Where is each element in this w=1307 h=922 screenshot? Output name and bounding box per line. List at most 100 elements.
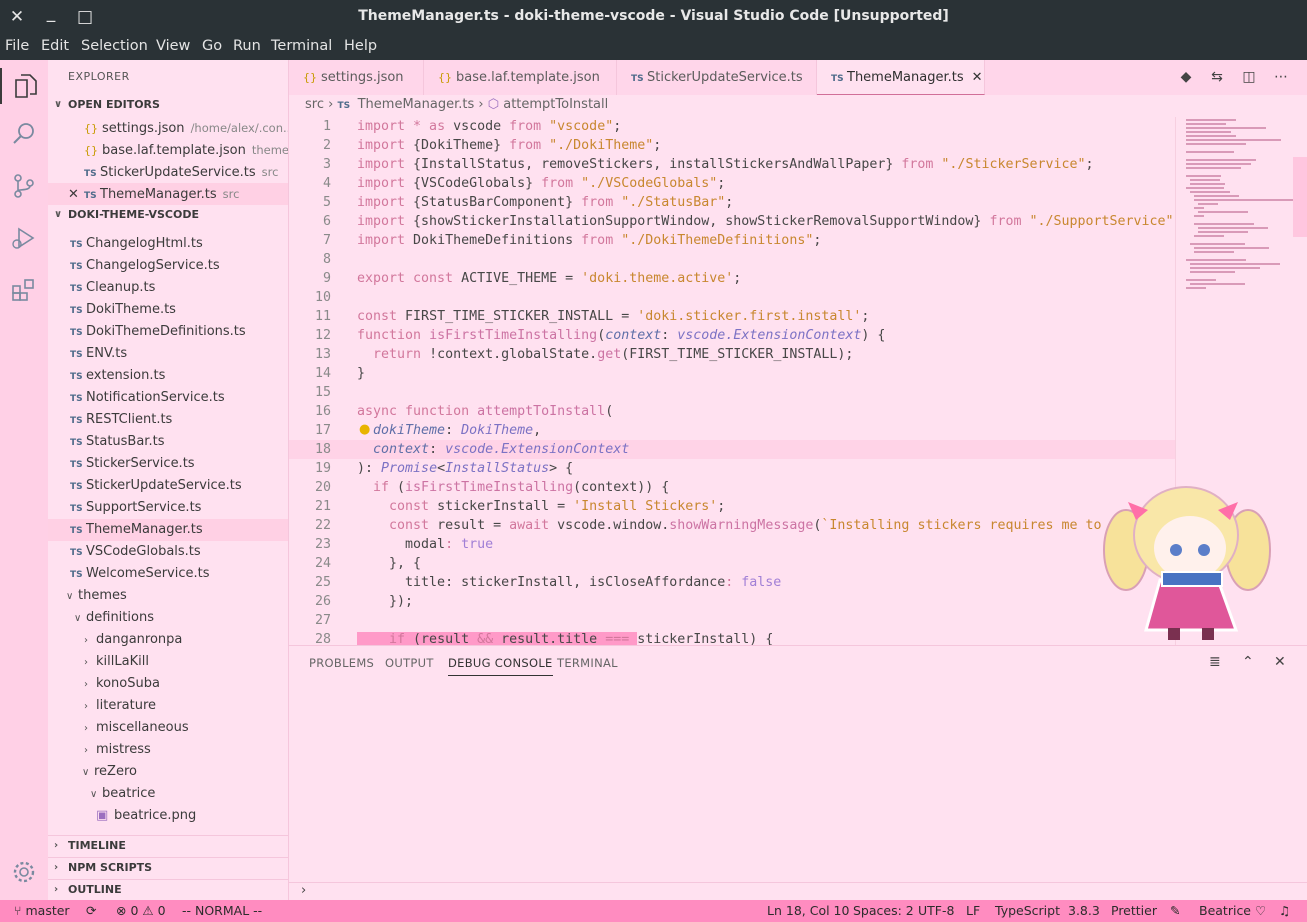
close-icon[interactable]: ✕ — [972, 70, 983, 85]
menu-run[interactable]: Run — [233, 38, 261, 54]
lightbulb-icon[interactable]: ● — [359, 422, 370, 437]
file-item[interactable]: TS Cleanup.ts — [48, 277, 288, 299]
folder-item[interactable]: › mistress — [48, 739, 288, 761]
file-item[interactable]: TS NotificationService.ts — [48, 387, 288, 409]
code-line: 22 const result = await vscode.window.sh… — [314, 518, 1142, 533]
file-item-selected[interactable]: TS ThemeManager.ts — [48, 519, 288, 541]
menu-go[interactable]: Go — [202, 38, 222, 54]
open-editor-item[interactable]: TS StickerUpdateService.ts src — [48, 161, 288, 183]
editor-scrollbar-thumb[interactable] — [1293, 157, 1307, 237]
close-icon[interactable]: ✕ — [68, 184, 84, 205]
menu-selection[interactable]: Selection — [81, 38, 148, 54]
open-editors-header[interactable]: ∨ OPEN EDITORS — [48, 95, 288, 115]
project-header[interactable]: ∨ DOKI-THEME-VSCODE — [48, 205, 288, 225]
theme-indicator[interactable]: Beatrice ♡ — [1199, 903, 1266, 918]
file-item[interactable]: TS StickerUpdateService.ts — [48, 475, 288, 497]
typescript-file-icon: TS — [70, 284, 83, 294]
folder-item[interactable]: › miscellaneous — [48, 717, 288, 739]
folder-beatrice[interactable]: ∨ beatrice — [48, 783, 288, 805]
menu-terminal[interactable]: Terminal — [271, 38, 332, 54]
git-branch[interactable]: ⑂ master — [14, 903, 70, 918]
problems-counter[interactable]: ⊗ 0 ⚠ 0 — [116, 903, 166, 918]
explorer-icon[interactable] — [0, 68, 48, 104]
code-line: 7 import DokiThemeDefinitions from "./Dok… — [322, 233, 822, 248]
file-item[interactable]: TS DokiThemeDefinitions.ts — [48, 321, 288, 343]
tab-problems[interactable]: PROBLEMS — [309, 656, 374, 670]
menu-file[interactable]: File — [5, 38, 29, 54]
typescript-file-icon: TS — [70, 548, 83, 558]
folder-rezero[interactable]: ∨ reZero — [48, 761, 288, 783]
tab-theme-manager[interactable]: TS ThemeManager.ts ✕ — [817, 60, 985, 95]
outline-header[interactable]: › OUTLINE — [48, 879, 288, 899]
tab-sticker-update-service[interactable]: TS StickerUpdateService.ts — [617, 60, 817, 95]
typescript-file-icon: TS — [337, 101, 351, 111]
breadcrumb: src › TS ThemeManager.ts › ⬡ attemptToIn… — [289, 95, 1189, 117]
extensions-icon[interactable] — [10, 276, 38, 304]
git-compare-icon[interactable]: ◆ — [1177, 68, 1195, 86]
code-line: 16 async function attemptToInstall( — [314, 404, 614, 419]
file-item[interactable]: TS RESTClient.ts — [48, 409, 288, 431]
indentation[interactable]: Spaces: 2 — [853, 903, 914, 918]
more-actions-icon[interactable]: ⋯ — [1272, 68, 1290, 86]
explorer-title: EXPLORER — [68, 70, 130, 83]
encoding[interactable]: UTF-8 — [918, 903, 954, 918]
close-panel-icon[interactable]: ✕ — [1274, 654, 1286, 670]
tab-output[interactable]: OUTPUT — [385, 656, 434, 670]
npm-scripts-header[interactable]: › NPM SCRIPTS — [48, 857, 288, 877]
folder-item[interactable]: › danganronpa — [48, 629, 288, 651]
file-item[interactable]: TS ENV.ts — [48, 343, 288, 365]
search-icon[interactable] — [10, 120, 38, 148]
tab-settings-json[interactable]: {} settings.json — [289, 60, 424, 95]
file-item[interactable]: TS StatusBar.ts — [48, 431, 288, 453]
open-changes-icon[interactable]: ⇆ — [1208, 68, 1226, 86]
menu-view[interactable]: View — [156, 38, 190, 54]
breadcrumb-symbol[interactable]: attemptToInstall — [503, 97, 608, 112]
file-item[interactable]: TS DokiTheme.ts — [48, 299, 288, 321]
code-line: 13 return !context.globalState.get(FIRST… — [314, 347, 854, 362]
timeline-header[interactable]: › TIMELINE — [48, 835, 288, 855]
debug-console-input[interactable]: › — [289, 882, 1307, 901]
settings-gear-icon[interactable] — [10, 858, 38, 886]
tab-debug-console[interactable]: DEBUG CONSOLE — [448, 656, 553, 676]
file-item[interactable]: TS ChangelogHtml.ts — [48, 233, 288, 255]
maximize-panel-icon[interactable]: ⌃ — [1242, 654, 1254, 670]
folder-item[interactable]: › literature — [48, 695, 288, 717]
open-editor-item[interactable]: {} settings.json/home/alex/.con... — [48, 117, 288, 139]
code-editor[interactable]: 1 import * as vscode from "vscode"; 2 impo… — [289, 117, 1175, 645]
typescript-version[interactable]: 3.8.3 — [1068, 903, 1100, 918]
folder-themes[interactable]: ∨ themes — [48, 585, 288, 607]
tab-base-laf-template[interactable]: {} base.laf.template.json — [424, 60, 617, 95]
end-of-line[interactable]: LF — [966, 903, 980, 918]
cursor-position[interactable]: Ln 18, Col 10 — [767, 903, 849, 918]
file-item[interactable]: TS WelcomeService.ts — [48, 563, 288, 585]
feedback-icon[interactable]: ✎ — [1170, 903, 1180, 918]
code-line: 15 — [314, 385, 331, 400]
folder-definitions[interactable]: ∨ definitions — [48, 607, 288, 629]
menu-edit[interactable]: Edit — [41, 38, 69, 54]
tab-terminal[interactable]: TERMINAL — [557, 656, 618, 670]
code-line: 23 modal: true — [314, 537, 494, 552]
language-mode[interactable]: TypeScript — [995, 903, 1060, 918]
file-item-image[interactable]: ▣ beatrice.png — [48, 805, 288, 827]
bottom-panel: PROBLEMS OUTPUT DEBUG CONSOLE TERMINAL ≣… — [289, 645, 1307, 900]
folder-item[interactable]: › konoSuba — [48, 673, 288, 695]
clear-console-icon[interactable]: ≣ — [1209, 654, 1221, 670]
run-debug-icon[interactable] — [10, 224, 38, 252]
source-control-icon[interactable] — [10, 172, 38, 200]
breadcrumb-file[interactable]: ThemeManager.ts — [358, 97, 475, 112]
file-item[interactable]: TS ChangelogService.ts — [48, 255, 288, 277]
split-editor-icon[interactable]: ◫ — [1240, 68, 1258, 86]
code-line: 20 if (isFirstTimeInstalling(context)) { — [314, 480, 670, 495]
file-item[interactable]: TS VSCodeGlobals.ts — [48, 541, 288, 563]
sync-icon[interactable]: ⟳ — [86, 903, 96, 918]
file-item[interactable]: TS SupportService.ts — [48, 497, 288, 519]
breadcrumb-folder[interactable]: src — [305, 97, 324, 112]
notifications-bell-icon[interactable]: ♫ — [1279, 903, 1290, 918]
menu-help[interactable]: Help — [344, 38, 377, 54]
file-item[interactable]: TS extension.ts — [48, 365, 288, 387]
open-editor-item-active[interactable]: ✕ TS ThemeManager.ts src — [48, 183, 288, 205]
open-editor-item[interactable]: {}base.laf.template.jsontheme... — [48, 139, 288, 161]
file-item[interactable]: TS StickerService.ts — [48, 453, 288, 475]
folder-item[interactable]: › killLaKill — [48, 651, 288, 673]
prettier-formatter[interactable]: Prettier — [1111, 903, 1157, 918]
